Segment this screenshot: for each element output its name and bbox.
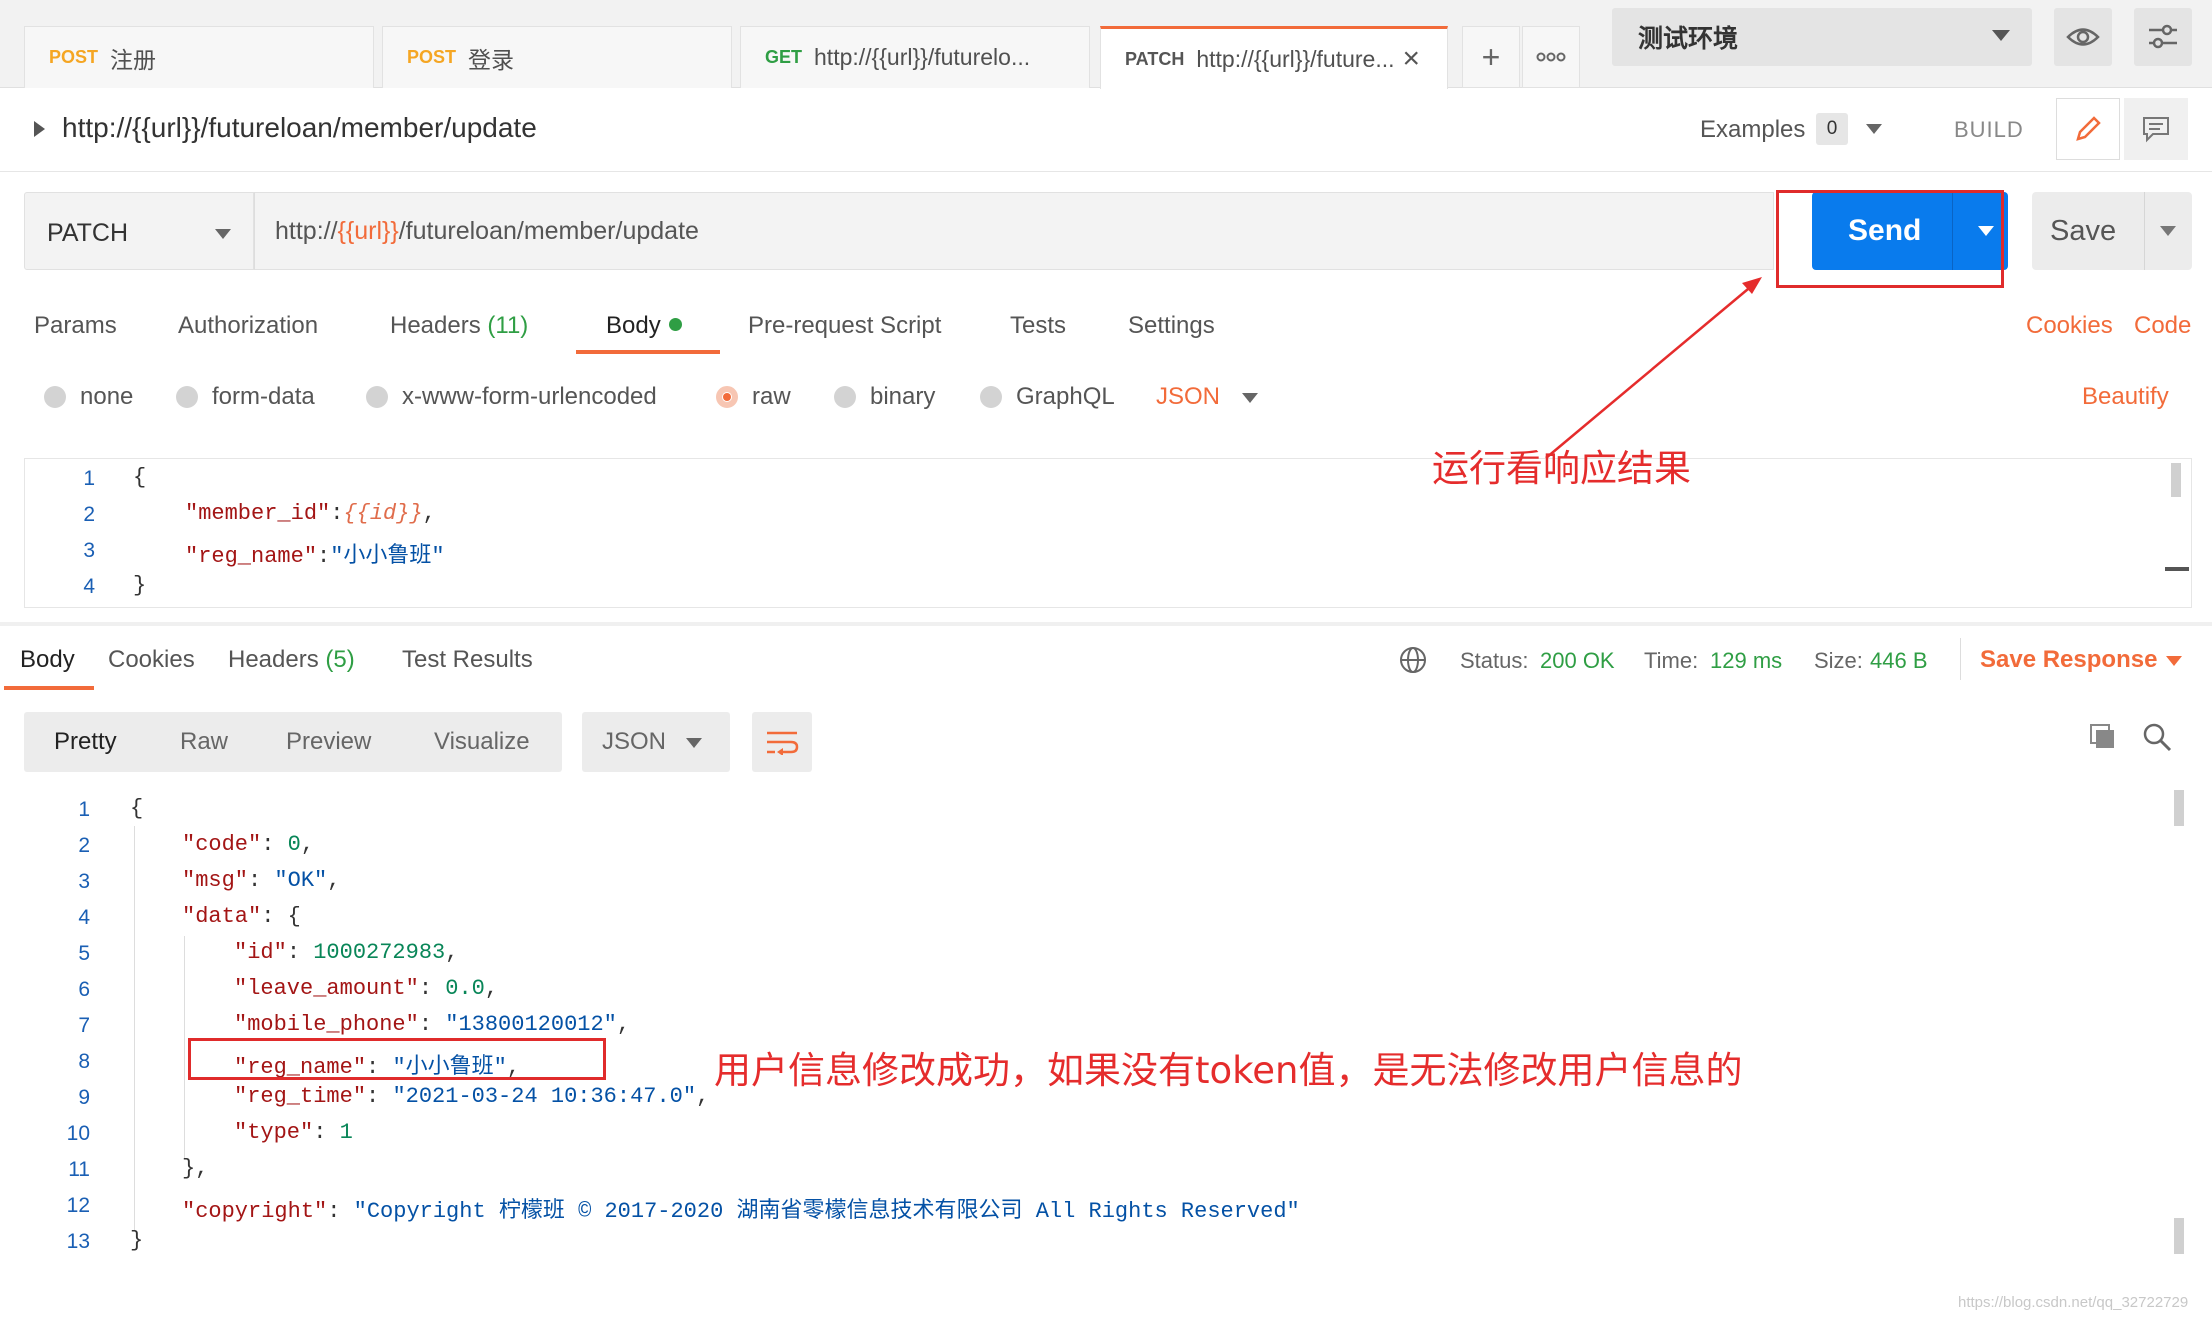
size-label: Size: bbox=[1814, 648, 1863, 673]
reg-name-highlight-box bbox=[188, 1038, 606, 1080]
response-headers-count: (5) bbox=[325, 646, 355, 673]
json-number: 1000272983 bbox=[313, 940, 446, 965]
response-format-select[interactable]: JSON bbox=[582, 712, 730, 772]
json-string: "Copyright 柠檬班 © 2017-2020 湖南省零檬信息技术有限公司… bbox=[353, 1199, 1300, 1224]
copy-icon[interactable] bbox=[2088, 722, 2118, 752]
code-line: "copyright": "Copyright 柠檬班 © 2017-2020 … bbox=[182, 1199, 1300, 1224]
json-string: "2021-03-24 10:36:47.0" bbox=[392, 1084, 697, 1109]
scrollbar-thumb[interactable] bbox=[2174, 1218, 2184, 1254]
code-line: }, bbox=[182, 1156, 209, 1181]
view-preview[interactable]: Preview bbox=[286, 728, 371, 756]
response-tab-test-results[interactable]: Test Results bbox=[402, 646, 533, 674]
json-number: 0.0 bbox=[445, 976, 485, 1001]
line-number: 3 bbox=[78, 870, 90, 893]
code-line: "msg": "OK", bbox=[182, 868, 341, 893]
time-label: Time: bbox=[1644, 648, 1699, 673]
json-key: "type" bbox=[234, 1120, 314, 1145]
code-line: "mobile_phone": "13800120012", bbox=[234, 1012, 631, 1037]
code-line: { bbox=[130, 796, 144, 821]
response-tab-cookies[interactable]: Cookies bbox=[108, 646, 195, 674]
line-number: 11 bbox=[68, 1158, 90, 1181]
time-value: 129 ms bbox=[1710, 648, 1783, 673]
code-line: "leave_amount": 0.0, bbox=[234, 976, 499, 1001]
json-key: "leave_amount" bbox=[234, 976, 419, 1001]
json-string: "OK" bbox=[274, 868, 328, 893]
wrap-icon bbox=[767, 731, 799, 755]
code-line: "data": { bbox=[182, 904, 301, 929]
code-line: "type": 1 bbox=[234, 1120, 353, 1145]
code-line: "id": 1000272983, bbox=[234, 940, 459, 965]
json-key: "id" bbox=[234, 940, 287, 965]
json-key: "code" bbox=[182, 832, 262, 857]
json-number: 1 bbox=[339, 1120, 353, 1145]
response-divider bbox=[0, 622, 2212, 626]
line-number: 9 bbox=[78, 1086, 90, 1109]
json-string: "13800120012" bbox=[445, 1012, 617, 1037]
size-value: 446 B bbox=[1870, 648, 1928, 673]
line-number: 2 bbox=[78, 834, 90, 857]
json-key: "copyright" bbox=[182, 1199, 328, 1224]
scrollbar-thumb[interactable] bbox=[2174, 790, 2184, 826]
chevron-down-icon[interactable] bbox=[2166, 656, 2182, 666]
json-number: 0 bbox=[287, 832, 301, 857]
indent-guide bbox=[184, 936, 185, 1158]
response-active-underline bbox=[4, 686, 94, 690]
status-value: 200 OK bbox=[1540, 648, 1615, 673]
globe-icon[interactable] bbox=[1398, 645, 1428, 675]
view-raw[interactable]: Raw bbox=[180, 728, 228, 756]
code-line: "code": 0, bbox=[182, 832, 315, 857]
save-response-button[interactable]: Save Response bbox=[1980, 646, 2157, 674]
status-divider bbox=[1960, 638, 1961, 680]
line-number: 13 bbox=[66, 1230, 90, 1253]
json-key: "msg" bbox=[182, 868, 249, 893]
json-key: "reg_time" bbox=[234, 1084, 367, 1109]
json-key: "data" bbox=[182, 904, 262, 929]
line-number: 5 bbox=[78, 942, 90, 965]
line-number: 10 bbox=[66, 1122, 90, 1145]
line-number: 6 bbox=[78, 978, 90, 1001]
line-number: 1 bbox=[78, 798, 90, 821]
chevron-down-icon bbox=[686, 738, 702, 748]
search-icon[interactable] bbox=[2142, 722, 2172, 752]
response-tab-body[interactable]: Body bbox=[20, 646, 75, 674]
response-format-label: JSON bbox=[602, 728, 667, 755]
view-mode-tabs: Pretty Raw Preview Visualize bbox=[24, 712, 562, 772]
indent-guide bbox=[134, 826, 135, 1230]
view-pretty[interactable]: Pretty bbox=[54, 728, 117, 756]
status-label: Status: bbox=[1460, 648, 1529, 673]
response-tab-headers[interactable]: Headers (5) bbox=[228, 646, 355, 674]
code-line: "reg_time": "2021-03-24 10:36:47.0", bbox=[234, 1084, 710, 1109]
line-number: 4 bbox=[78, 906, 90, 929]
json-key: "mobile_phone" bbox=[234, 1012, 419, 1037]
response-body-viewer[interactable]: 1 2 3 4 5 6 7 8 9 10 11 12 13 { "code": … bbox=[0, 790, 2212, 1270]
annotation-response: 用户信息修改成功，如果没有token值，是无法修改用户信息的 bbox=[714, 1049, 1743, 1092]
line-number: 8 bbox=[78, 1050, 90, 1073]
line-number: 7 bbox=[78, 1014, 90, 1037]
line-number: 12 bbox=[66, 1194, 90, 1217]
watermark: https://blog.csdn.net/qq_32722729 bbox=[1958, 1294, 2189, 1311]
view-visualize[interactable]: Visualize bbox=[434, 728, 530, 756]
code-line: } bbox=[130, 1228, 144, 1253]
response-headers-label: Headers bbox=[228, 646, 319, 673]
wrap-lines-button[interactable] bbox=[752, 712, 812, 772]
